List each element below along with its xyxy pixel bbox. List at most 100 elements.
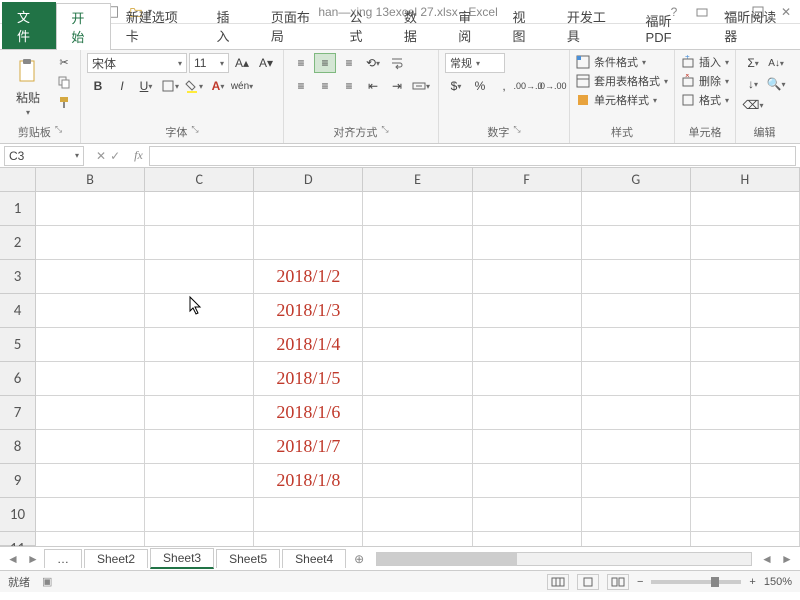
font-size-combo[interactable]: 11▾ (189, 53, 229, 73)
tab-formulas[interactable]: 公式 (335, 2, 389, 49)
cell-d6[interactable]: 2018/1/5 (254, 362, 363, 396)
zoom-slider[interactable] (651, 580, 741, 584)
scroll-right-icon[interactable]: ► (778, 550, 796, 568)
tab-foxitpdf[interactable]: 福昕PDF (631, 6, 710, 49)
align-bottom-icon[interactable]: ≡ (338, 53, 360, 73)
row-header[interactable]: 7 (0, 396, 35, 430)
cell-d4[interactable]: 2018/1/3 (254, 294, 363, 328)
tab-pagelayout[interactable]: 页面布局 (256, 2, 335, 49)
row-header[interactable]: 1 (0, 192, 35, 226)
bold-icon[interactable]: B (87, 76, 109, 96)
tab-foxitreader[interactable]: 福昕阅读器 (709, 2, 800, 49)
zoom-level[interactable]: 150% (764, 576, 792, 588)
percent-icon[interactable]: % (469, 76, 491, 96)
copy-icon[interactable] (54, 73, 74, 91)
accept-formula-icon[interactable]: ✓ (110, 149, 120, 163)
row-header[interactable]: 10 (0, 498, 35, 532)
normal-view-icon[interactable] (547, 574, 569, 590)
number-launcher-icon[interactable]: ⤡ (513, 124, 520, 140)
align-center-icon[interactable]: ≡ (314, 76, 336, 96)
scroll-thumb[interactable] (377, 553, 517, 565)
table-format-button[interactable]: 套用表格格式▾ (576, 72, 668, 90)
zoom-thumb[interactable] (711, 577, 719, 587)
align-right-icon[interactable]: ≡ (338, 76, 360, 96)
col-header[interactable]: E (363, 168, 472, 191)
formula-input[interactable] (149, 146, 796, 166)
row-header[interactable]: 4 (0, 294, 35, 328)
tab-data[interactable]: 数据 (389, 2, 443, 49)
cell-area[interactable]: 2018/1/2 2018/1/3 2018/1/4 2018/1/5 2018… (36, 192, 800, 546)
horizontal-scrollbar[interactable] (376, 552, 752, 566)
cancel-formula-icon[interactable]: ✕ (96, 149, 106, 163)
tab-review[interactable]: 审阅 (443, 2, 497, 49)
increase-font-icon[interactable]: A▴ (231, 53, 253, 73)
sort-filter-icon[interactable]: A↓▾ (765, 53, 787, 73)
sheet-tab-sheet2[interactable]: Sheet2 (84, 549, 148, 568)
sheet-tab-sheet3[interactable]: Sheet3 (150, 548, 214, 569)
sheet-tab-more[interactable]: … (44, 549, 82, 568)
cut-icon[interactable]: ✂ (54, 53, 74, 71)
cell-style-button[interactable]: 单元格样式▾ (576, 91, 657, 109)
merge-icon[interactable]: ▾ (410, 76, 432, 96)
col-header[interactable]: F (473, 168, 582, 191)
sheet-tab-sheet4[interactable]: Sheet4 (282, 549, 346, 568)
zoom-out-icon[interactable]: − (637, 576, 643, 588)
row-header[interactable]: 9 (0, 464, 35, 498)
border-icon[interactable]: ▾ (159, 76, 181, 96)
row-header[interactable]: 8 (0, 430, 35, 464)
clipboard-launcher-icon[interactable]: ⤡ (55, 124, 62, 140)
row-header[interactable]: 5 (0, 328, 35, 362)
increase-decimal-icon[interactable]: .00→.0 (517, 76, 539, 96)
col-header[interactable]: D (254, 168, 363, 191)
autosum-icon[interactable]: Σ▾ (742, 53, 764, 73)
add-sheet-icon[interactable]: ⊕ (348, 552, 370, 566)
sheet-nav-prev-icon[interactable]: ◄ (4, 550, 22, 568)
cell-d8[interactable]: 2018/1/7 (254, 430, 363, 464)
font-launcher-icon[interactable]: ⤡ (191, 124, 198, 140)
select-all-button[interactable] (0, 168, 36, 192)
cell-d9[interactable]: 2018/1/8 (254, 464, 363, 498)
paste-button[interactable]: 粘贴 ▾ (6, 53, 50, 119)
clear-icon[interactable]: ⌫▾ (742, 95, 764, 115)
tab-home[interactable]: 开始 (56, 3, 110, 50)
font-name-combo[interactable]: 宋体▾ (87, 53, 187, 73)
fill-icon[interactable]: ↓▾ (742, 74, 764, 94)
zoom-in-icon[interactable]: + (749, 576, 755, 588)
insert-cells-button[interactable]: +插入▾ (681, 53, 729, 71)
decrease-indent-icon[interactable]: ⇤ (362, 76, 384, 96)
align-left-icon[interactable]: ≡ (290, 76, 312, 96)
tab-view[interactable]: 视图 (498, 2, 552, 49)
italic-icon[interactable]: I (111, 76, 133, 96)
decrease-font-icon[interactable]: A▾ (255, 53, 277, 73)
cell-d3[interactable]: 2018/1/2 (254, 260, 363, 294)
row-header[interactable]: 11 (0, 532, 35, 546)
tab-insert[interactable]: 插入 (202, 2, 256, 49)
tab-developer[interactable]: 开发工具 (552, 2, 631, 49)
wrap-text-icon[interactable] (386, 53, 408, 73)
scroll-left-icon[interactable]: ◄ (758, 550, 776, 568)
page-break-view-icon[interactable] (607, 574, 629, 590)
row-header[interactable]: 6 (0, 362, 35, 396)
name-box[interactable]: C3▾ (4, 146, 84, 166)
tab-file[interactable]: 文件 (2, 2, 56, 49)
align-launcher-icon[interactable]: ⤡ (381, 124, 388, 140)
format-painter-icon[interactable] (54, 93, 74, 111)
col-header[interactable]: B (36, 168, 145, 191)
conditional-format-button[interactable]: 条件格式▾ (576, 53, 646, 71)
col-header[interactable]: H (691, 168, 800, 191)
align-middle-icon[interactable]: ≡ (314, 53, 336, 73)
align-top-icon[interactable]: ≡ (290, 53, 312, 73)
macro-record-icon[interactable]: ▣ (42, 575, 52, 588)
delete-cells-button[interactable]: ×删除▾ (681, 72, 729, 90)
tab-newtab[interactable]: 新建选项卡 (111, 2, 202, 49)
find-icon[interactable]: 🔍▾ (765, 74, 787, 94)
fill-color-icon[interactable]: ▾ (183, 76, 205, 96)
phonetic-icon[interactable]: wén▾ (231, 76, 253, 96)
orientation-icon[interactable]: ⟲▾ (362, 53, 384, 73)
col-header[interactable]: G (582, 168, 691, 191)
page-layout-view-icon[interactable] (577, 574, 599, 590)
cell-d7[interactable]: 2018/1/6 (254, 396, 363, 430)
col-header[interactable]: C (145, 168, 254, 191)
sheet-tab-sheet5[interactable]: Sheet5 (216, 549, 280, 568)
sheet-nav-next-icon[interactable]: ► (24, 550, 42, 568)
